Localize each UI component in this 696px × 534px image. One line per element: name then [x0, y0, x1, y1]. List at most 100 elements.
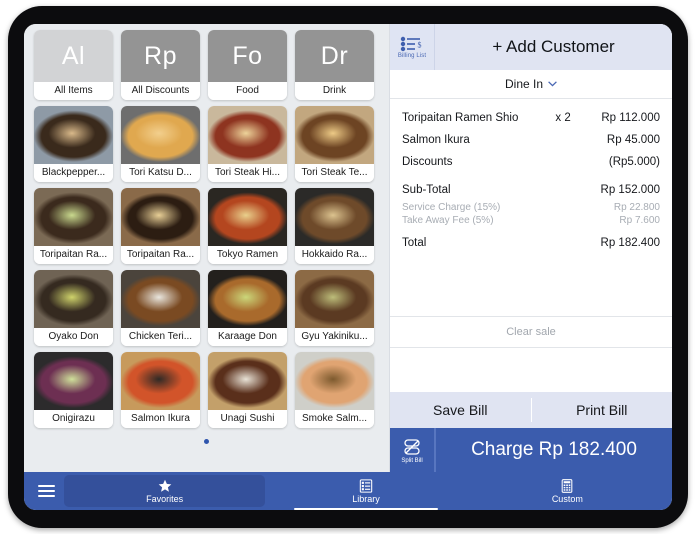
product-label: Chicken Teri...: [121, 328, 200, 346]
nav-tab-library[interactable]: Library: [265, 475, 466, 510]
page-dot-1[interactable]: [204, 438, 209, 444]
product-tile[interactable]: Tori Steak Hi...: [208, 106, 287, 182]
billing-list-button[interactable]: $ Billing List: [390, 24, 435, 70]
clear-sale-button[interactable]: Clear sale: [390, 316, 672, 348]
category-tile[interactable]: Fo Food: [208, 30, 287, 100]
product-tile[interactable]: Oyako Don: [34, 270, 113, 346]
thumb-layer-top: [121, 188, 200, 246]
line-name: Toripaitan Ramen Shio: [402, 112, 519, 124]
category-thumb: Al: [34, 30, 113, 82]
product-label: Unagi Sushi: [208, 410, 287, 428]
product-thumb: [295, 270, 374, 328]
line-amount: Rp 182.400: [600, 237, 660, 249]
bottom-navbar: Favorites Library Custom: [24, 472, 672, 510]
nav-tab-favorites[interactable]: Favorites: [64, 475, 266, 507]
product-tile[interactable]: Gyu Yakiniku...: [295, 270, 374, 346]
category-tile[interactable]: Al All Items: [34, 30, 113, 100]
nav-label-library: Library: [352, 493, 380, 504]
order-line-item[interactable]: Toripaitan Ramen Shio x 2 Rp 112.000: [402, 107, 660, 129]
product-thumb: [295, 188, 374, 246]
line-amount: Rp 7.600: [619, 215, 660, 226]
product-tile[interactable]: Blackpepper...: [34, 106, 113, 182]
category-label: All Discounts: [121, 82, 200, 100]
product-row-4: Onigirazu Salmon Ikura Unagi Sushi Smoke Sa…: [24, 352, 389, 434]
split-bill-icon: [404, 438, 420, 455]
nav-tab-custom[interactable]: Custom: [467, 475, 668, 507]
product-thumb: [208, 106, 287, 164]
product-tile[interactable]: Onigirazu: [34, 352, 113, 428]
thumb-layer-top: [208, 106, 287, 164]
product-thumb: [34, 270, 113, 328]
product-label: Onigirazu: [34, 410, 113, 428]
order-empty-area: [390, 348, 672, 392]
thumb-layer-top: [34, 106, 113, 164]
product-row-2: Toripaitan Ra... Toripaitan Ra... Tokyo Ra…: [24, 188, 389, 270]
dine-option-dropdown[interactable]: Dine In: [390, 70, 672, 99]
menu-icon[interactable]: [28, 485, 64, 497]
add-customer-button[interactable]: + Add Customer: [435, 24, 672, 70]
product-thumb: [121, 106, 200, 164]
page-indicator[interactable]: [24, 434, 389, 448]
category-abbr: Rp: [144, 41, 177, 70]
library-icon: [359, 478, 373, 493]
product-tile[interactable]: Tori Steak Te...: [295, 106, 374, 182]
category-tile[interactable]: Dr Drink: [295, 30, 374, 100]
product-label: Tori Katsu D...: [121, 164, 200, 182]
category-label: Drink: [295, 82, 374, 100]
product-tile[interactable]: Salmon Ikura: [121, 352, 200, 428]
product-thumb: [208, 270, 287, 328]
chevron-down-icon: [548, 81, 557, 87]
charge-button[interactable]: Charge Rp 182.400: [436, 428, 672, 472]
menu-bar-2: [37, 490, 55, 492]
split-bill-label: Split Bill: [401, 457, 423, 464]
calculator-icon: [561, 478, 573, 493]
svg-text:$: $: [418, 40, 422, 49]
product-tile[interactable]: Chicken Teri...: [121, 270, 200, 346]
product-row-3: Oyako Don Chicken Teri... Karaage Don Gyu Y…: [24, 270, 389, 352]
line-amount: (Rp5.000): [608, 156, 660, 168]
charge-row: Split Bill Charge Rp 182.400: [390, 428, 672, 472]
charge-row-item: Service Charge (15%) Rp 22.800: [402, 201, 660, 214]
total-row[interactable]: Total Rp 182.400: [402, 227, 660, 254]
product-tile[interactable]: Toripaitan Ra...: [121, 188, 200, 264]
save-bill-button[interactable]: Save Bill: [390, 392, 531, 428]
print-bill-button[interactable]: Print Bill: [532, 392, 673, 428]
product-tile[interactable]: Hokkaido Ra...: [295, 188, 374, 264]
order-line-item[interactable]: Discounts (Rp5.000): [402, 151, 660, 173]
product-thumb: [34, 188, 113, 246]
product-tile[interactable]: Toripaitan Ra...: [34, 188, 113, 264]
tablet-device: Al All Items Rp All Discounts Fo Food Dr Drink …: [8, 6, 688, 528]
line-amount: Rp 22.800: [613, 202, 660, 213]
category-label: Food: [208, 82, 287, 100]
product-label: Karaage Don: [208, 328, 287, 346]
category-tile[interactable]: Rp All Discounts: [121, 30, 200, 100]
product-label: Toripaitan Ra...: [121, 246, 200, 264]
thumb-layer-top: [295, 106, 374, 164]
product-label: Oyako Don: [34, 328, 113, 346]
product-label: Tokyo Ramen: [208, 246, 287, 264]
product-tile[interactable]: Smoke Salm...: [295, 352, 374, 428]
line-name: Take Away Fee (5%): [402, 215, 494, 226]
product-tile[interactable]: Tori Katsu D...: [121, 106, 200, 182]
line-name: Total: [402, 237, 427, 249]
line-qty: x 2: [555, 112, 571, 124]
product-label: Smoke Salm...: [295, 410, 374, 428]
category-thumb: Fo: [208, 30, 287, 82]
subtotal-row[interactable]: Sub-Total Rp 152.000: [402, 173, 660, 201]
split-bill-button[interactable]: Split Bill: [390, 428, 436, 472]
line-name: Service Charge (15%): [402, 202, 501, 213]
order-panel: $ Billing List + Add Customer Dine In To…: [389, 24, 672, 472]
nav-label-custom: Custom: [551, 493, 583, 504]
thumb-layer-top: [121, 106, 200, 164]
thumb-layer-top: [295, 188, 374, 246]
product-tile[interactable]: Karaage Don: [208, 270, 287, 346]
product-tile[interactable]: Tokyo Ramen: [208, 188, 287, 264]
product-thumb: [34, 352, 113, 410]
dine-option-label: Dine In: [504, 77, 544, 91]
order-line-item[interactable]: Salmon Ikura Rp 45.000: [402, 129, 660, 151]
thumb-layer-top: [34, 270, 113, 328]
thumb-layer-top: [208, 270, 287, 328]
category-label: All Items: [34, 82, 113, 100]
product-label: Blackpepper...: [34, 164, 113, 182]
product-tile[interactable]: Unagi Sushi: [208, 352, 287, 428]
